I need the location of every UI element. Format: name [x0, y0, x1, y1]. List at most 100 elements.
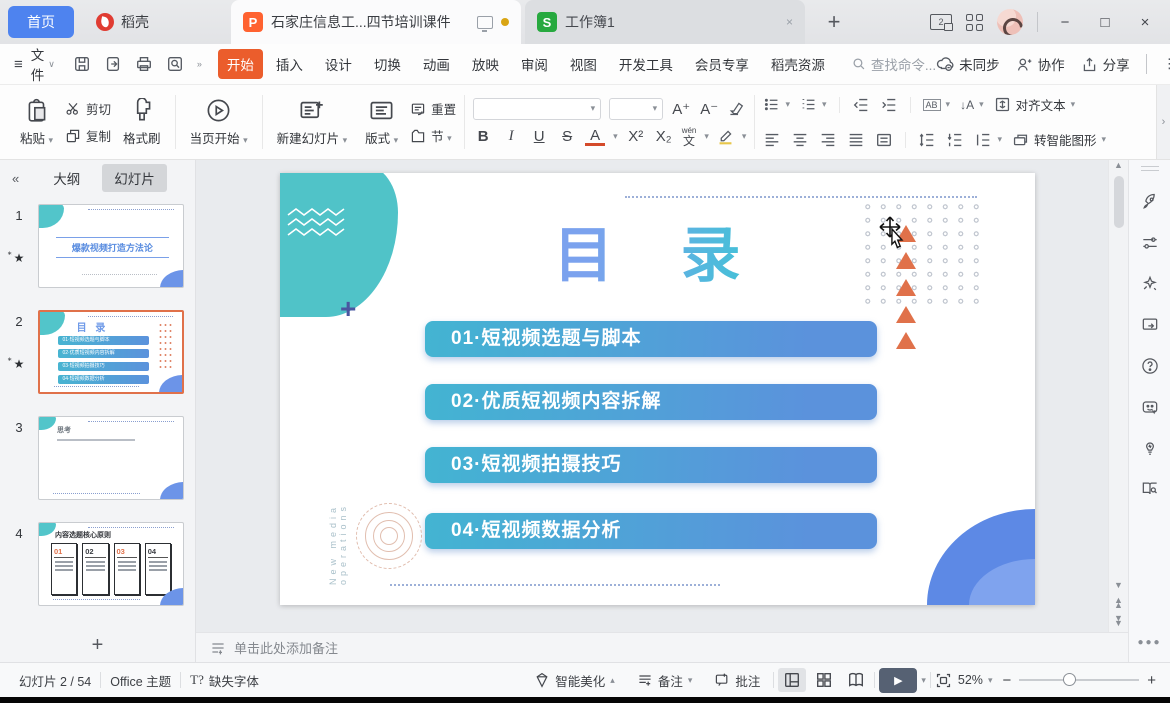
reading-view-button[interactable] [842, 668, 870, 692]
spreadsheet-tab[interactable]: S 工作簿1 × [525, 0, 805, 44]
increase-font-button[interactable]: A⁺ [671, 100, 691, 118]
animation-star-icon[interactable]: ★ [14, 251, 25, 265]
paragraph-spacing-icon[interactable] [946, 131, 964, 149]
scroll-up-icon[interactable]: ▲ [1114, 160, 1123, 170]
increase-indent-icon[interactable] [880, 96, 898, 114]
layout-button[interactable]: 版式 ▾ [359, 95, 404, 149]
screen-mirror-icon[interactable] [1140, 315, 1160, 335]
adjust-sliders-icon[interactable] [1140, 233, 1160, 253]
home-button[interactable]: 首页 [8, 6, 74, 38]
subscript-button[interactable]: X₂ [654, 128, 674, 145]
collaborate-button[interactable]: 协作 [1016, 54, 1065, 74]
vertical-scrollbar[interactable]: ▲ ▼ ▲▲ ▼▼ [1108, 160, 1128, 632]
tutorial-book-icon[interactable] [1140, 479, 1160, 499]
format-painter-button[interactable]: 格式刷 [117, 96, 167, 149]
numbered-list-button[interactable]: ▾ [800, 96, 827, 113]
toc-item-2[interactable]: 02·优质短视频内容拆解 [425, 384, 877, 420]
next-slide-icon[interactable]: ▼▼ [1114, 616, 1123, 626]
file-menu[interactable]: 文件 ∨ [31, 44, 55, 84]
tab-devtools[interactable]: 开发工具 [610, 49, 682, 79]
decrease-font-button[interactable]: A⁻ [699, 100, 719, 118]
tab-slides[interactable]: 幻灯片 [102, 164, 167, 192]
toc-item-1[interactable]: 01·短视频选题与脚本 [425, 321, 877, 357]
tab-review[interactable]: 审阅 [512, 49, 557, 79]
tab-insert[interactable]: 插入 [267, 49, 312, 79]
play-from-current-button[interactable]: 当页开始 ▾ [184, 95, 254, 149]
paste-button[interactable]: 粘贴 ▾ [14, 96, 59, 149]
more-options-dots[interactable]: ●●● [1137, 637, 1161, 648]
line-spacing-icon[interactable] [918, 131, 936, 149]
tab-slideshow[interactable]: 放映 [463, 49, 508, 79]
close-button[interactable]: × [1132, 14, 1158, 31]
toc-item-4[interactable]: 04·短视频数据分析 [425, 513, 877, 549]
missing-font-warning[interactable]: T? 缺失字体 [181, 671, 268, 690]
slide-sorter-view-button[interactable] [810, 668, 838, 692]
share-button[interactable]: 分享 [1081, 54, 1130, 74]
toolbar-expand-button[interactable]: › [1156, 85, 1170, 159]
smart-beautify-button[interactable]: 智能美化 ▴ [525, 671, 624, 690]
italic-button[interactable]: I [501, 128, 521, 145]
slide-title[interactable]: 目 录 [550, 207, 770, 294]
tab-outline[interactable]: 大纲 [41, 164, 92, 192]
docer-tab[interactable]: 稻壳 [74, 0, 171, 44]
distribute-icon[interactable] [875, 131, 893, 149]
document-tab-active[interactable]: P 石家庄信息工...四节培训课件 [231, 0, 521, 44]
slide-thumbnail-3[interactable]: 思考 [38, 416, 184, 500]
tab-animations[interactable]: 动画 [414, 49, 459, 79]
zoom-percent[interactable]: 52%▾ [956, 673, 995, 687]
slideshow-play-button[interactable]: ▶ [879, 668, 917, 693]
section-button[interactable]: 节 ▾ [410, 126, 456, 145]
save-icon[interactable] [73, 55, 91, 73]
help-icon[interactable] [1140, 356, 1160, 376]
notes-toggle-button[interactable]: 备注 ▾ [628, 671, 702, 690]
tab-membership[interactable]: 会员专享 [686, 49, 758, 79]
canvas-area[interactable]: + 目 录 01·短视频选题与脚本 02·优质短视频内容拆解 03·短视频拍摄技… [196, 160, 1108, 632]
bold-button[interactable]: B [473, 128, 493, 145]
tab-home[interactable]: 开始 [218, 49, 263, 79]
cut-button[interactable]: 剪切 [65, 99, 111, 118]
align-right-icon[interactable] [819, 131, 837, 149]
new-slide-button[interactable]: 新建幻灯片 ▾ [271, 95, 354, 149]
rocket-beautify-icon[interactable] [1140, 192, 1160, 212]
font-color-dropdown[interactable]: ▾ [613, 131, 618, 142]
theme-name[interactable]: Office 主题 [101, 671, 180, 690]
export-icon[interactable] [104, 55, 122, 73]
spacing-options-button[interactable]: ▾ [974, 131, 1002, 149]
align-text-button[interactable]: 对齐文本▾ [994, 95, 1076, 114]
to-smartart-button[interactable]: 转智能图形▾ [1012, 130, 1106, 149]
tab-design[interactable]: 设计 [316, 49, 361, 79]
highlight-pen-icon[interactable] [717, 128, 734, 145]
strikethrough-button[interactable]: S [557, 128, 577, 145]
zoom-slider-thumb[interactable] [1063, 673, 1076, 686]
align-center-icon[interactable] [791, 131, 809, 149]
bullet-list-button[interactable]: ▾ [763, 96, 790, 113]
previous-slide-icon[interactable]: ▲▲ [1114, 598, 1123, 608]
superscript-button[interactable]: X² [626, 128, 646, 145]
slide-thumbnail-1[interactable]: 爆款视频打造方法论 [38, 204, 184, 288]
normal-view-button[interactable] [778, 668, 806, 692]
align-left-icon[interactable] [763, 131, 781, 149]
slide-canvas[interactable]: + 目 录 01·短视频选题与脚本 02·优质短视频内容拆解 03·短视频拍摄技… [280, 173, 1035, 605]
workbench-grid-icon[interactable] [966, 14, 983, 31]
justify-icon[interactable] [847, 131, 865, 149]
assistant-icon[interactable] [1140, 397, 1160, 417]
collapse-panel-icon[interactable]: « [12, 171, 19, 186]
font-color-button[interactable]: A [585, 128, 605, 146]
underline-button[interactable]: U [529, 128, 549, 145]
slide-thumbnail-2-selected[interactable]: 目 录 01·短视频选题与脚本 02·优质短视频内容拆解 03·短视频拍摄技巧 … [38, 310, 184, 394]
switch-window-icon[interactable]: 2 [930, 14, 952, 30]
add-slide-button[interactable]: + [0, 628, 195, 662]
animation-star-icon[interactable]: ★ [14, 357, 25, 371]
phonetic-guide-button[interactable]: wén 文 [682, 127, 697, 147]
tab-docer-resources[interactable]: 稻壳资源 [762, 49, 834, 79]
minimize-button[interactable]: − [1052, 14, 1078, 31]
print-preview-icon[interactable] [166, 55, 184, 73]
char-border-button[interactable]: AB▾ [923, 99, 951, 111]
slideshow-play-dropdown[interactable]: ▾ [921, 675, 926, 686]
notes-bar[interactable]: 单击此处添加备注 [196, 632, 1128, 662]
copy-button[interactable]: 复制 [65, 126, 111, 145]
new-tab-button[interactable]: + [819, 9, 849, 35]
hamburger-menu-icon[interactable]: ≡ [14, 56, 23, 73]
maximize-button[interactable]: □ [1092, 14, 1118, 31]
tab-transitions[interactable]: 切换 [365, 49, 410, 79]
